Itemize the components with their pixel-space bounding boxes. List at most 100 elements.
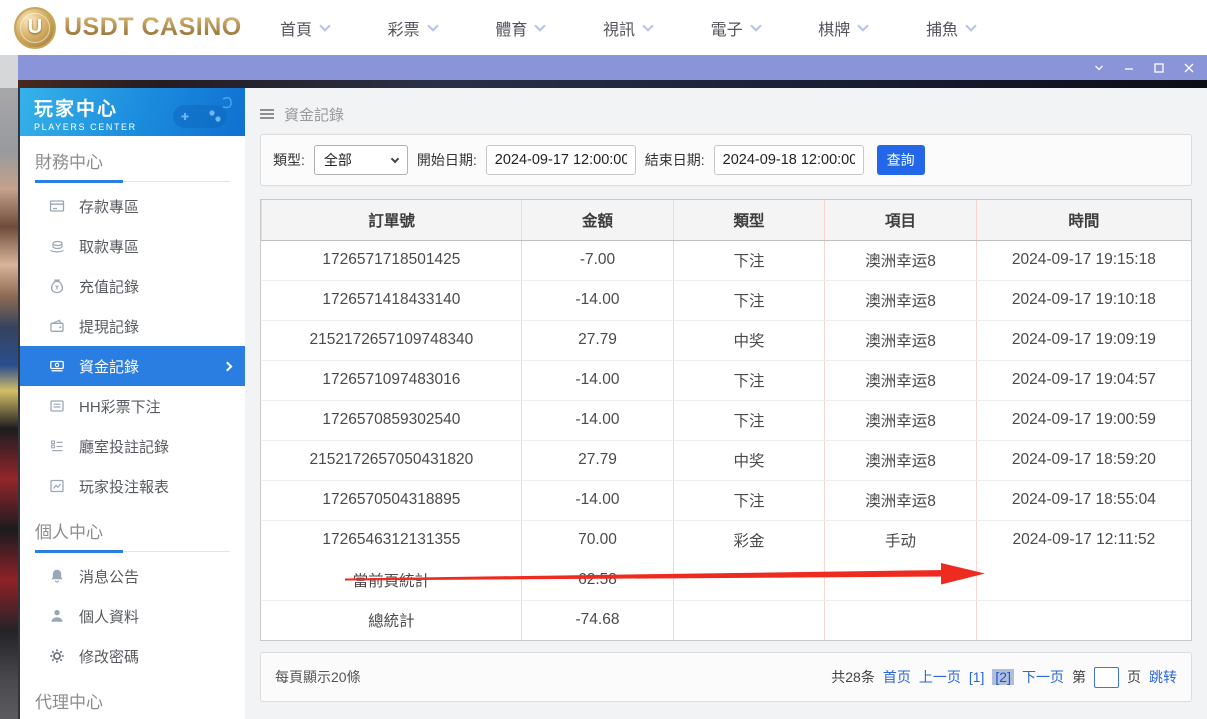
- end-date-input[interactable]: [714, 145, 864, 175]
- chart-report-icon: [48, 478, 66, 494]
- pagination-bar: 每頁顯示20條 共28条 首页 上一页 [1] [2] 下一页 第 页 跳转: [260, 652, 1192, 702]
- query-button[interactable]: 查詢: [877, 145, 925, 175]
- screen: U USDT CASINO 首頁 彩票 體育 視訊 電子 棋牌 捕魚: [0, 0, 1207, 719]
- cell-amount: -7.00: [522, 240, 674, 280]
- menu-icon[interactable]: [260, 113, 274, 115]
- chevron-right-icon: [223, 361, 233, 371]
- pagination-page-1[interactable]: [1]: [969, 669, 985, 685]
- table-row: 1726570504318895 -14.00 下注 澳洲幸运8 2024-09…: [262, 480, 1192, 520]
- column-header: 時間: [976, 200, 1191, 240]
- sidebar-item-announcements[interactable]: 消息公告: [20, 556, 245, 596]
- nav-item-lottery[interactable]: 彩票: [388, 16, 437, 40]
- sidebar-item-funds-record[interactable]: 資金記錄: [20, 346, 245, 386]
- brand-name: USDT CASINO: [64, 13, 242, 42]
- summary-row-current-page: 當前頁統計 62.58: [262, 560, 1192, 600]
- pagination-prev[interactable]: 上一页: [919, 667, 961, 687]
- sidebar-item-label: 提現記錄: [79, 316, 139, 337]
- nav-label: 捕魚: [926, 16, 958, 40]
- window-dropdown-button[interactable]: [1091, 60, 1107, 76]
- cell-amount: -14.00: [522, 400, 674, 440]
- chevron-down-icon: [750, 20, 761, 31]
- cell-type: 下注: [673, 240, 825, 280]
- cell-time: 2024-09-17 19:15:18: [976, 240, 1191, 280]
- cell-summary-label: 當前頁統計: [262, 560, 522, 600]
- cell-item: 澳洲幸运8: [825, 440, 977, 480]
- sidebar: 玩家中心 PLAYERS CENTER 財務中心 存款專區: [20, 88, 245, 719]
- type-select[interactable]: 全部: [314, 145, 408, 175]
- cell-time: 2024-09-17 19:04:57: [976, 360, 1191, 400]
- list-detail-icon: [48, 438, 66, 454]
- sidebar-item-label: 存款專區: [79, 196, 139, 217]
- chevron-down-icon: [535, 20, 546, 31]
- pagination-first[interactable]: 首页: [883, 667, 911, 687]
- cell-time: 2024-09-17 18:59:20: [976, 440, 1191, 480]
- cell-order-number: 2152172657109748340: [262, 320, 522, 360]
- main-content: 資金記錄 類型: 全部 開始日期: 結束日期: 查詢: [245, 88, 1207, 719]
- nav-item-sports[interactable]: 體育: [495, 16, 544, 40]
- chevron-down-icon: [858, 20, 869, 31]
- pagination-page-2-current[interactable]: [2]: [992, 669, 1014, 685]
- nav-label: 棋牌: [818, 16, 850, 40]
- start-date-input[interactable]: [486, 145, 636, 175]
- sidebar-item-profile[interactable]: 個人資料: [20, 596, 245, 636]
- sidebar-item-withdrawal-record[interactable]: 提現記錄: [20, 306, 245, 346]
- gamepad-icon: [165, 93, 239, 135]
- site-header: U USDT CASINO 首頁 彩票 體育 視訊 電子 棋牌 捕魚: [0, 0, 1207, 55]
- logo-letter: U: [28, 16, 42, 39]
- nav-item-video[interactable]: 視訊: [603, 16, 652, 40]
- total-count: 共28条: [831, 667, 875, 687]
- section-finance-center: 財務中心: [35, 148, 230, 182]
- table-row: 1726571718501425 -7.00 下注 澳洲幸运8 2024-09-…: [262, 240, 1192, 280]
- cell-time: 2024-09-17 18:55:04: [976, 480, 1191, 520]
- sidebar-item-player-bet-report[interactable]: 玩家投注報表: [20, 466, 245, 506]
- main-nav: 首頁 彩票 體育 視訊 電子 棋牌 捕魚: [280, 16, 975, 40]
- nav-item-home[interactable]: 首頁: [280, 16, 329, 40]
- funds-table: 訂單號金額類型項目時間 1726571718501425 -7.00 下注 澳洲…: [260, 199, 1192, 641]
- chevron-down-icon: [319, 20, 330, 31]
- sidebar-item-label: 資金記錄: [79, 356, 139, 377]
- sidebar-item-hh-lottery-bets[interactable]: HH彩票下注: [20, 386, 245, 426]
- sidebar-item-recharge-record[interactable]: 充值記錄: [20, 266, 245, 306]
- window-maximize-button[interactable]: [1151, 60, 1167, 76]
- table-row: 2152172657050431820 27.79 中奖 澳洲幸运8 2024-…: [262, 440, 1192, 480]
- window-minimize-button[interactable]: [1121, 60, 1137, 76]
- pagination-next[interactable]: 下一页: [1022, 667, 1064, 687]
- page-jump-input[interactable]: [1094, 667, 1119, 688]
- sidebar-item-deposit-zone[interactable]: 存款專區: [20, 186, 245, 226]
- brand: U USDT CASINO: [0, 7, 250, 49]
- chevron-down-icon: [391, 154, 399, 162]
- sidebar-item-label: 修改密碼: [79, 646, 139, 667]
- jump-prefix: 第: [1072, 667, 1086, 687]
- end-date-label: 結束日期:: [645, 150, 705, 170]
- nav-item-boardgames[interactable]: 棋牌: [818, 16, 867, 40]
- cell-empty: [673, 560, 825, 600]
- sidebar-item-change-password[interactable]: 修改密碼: [20, 636, 245, 676]
- money-bag-icon: [48, 278, 66, 294]
- summary-row-total: 總統計 -74.68: [262, 600, 1192, 640]
- cell-order-number: 2152172657050431820: [262, 440, 522, 480]
- person-icon: [48, 608, 66, 624]
- cell-time: 2024-09-17 19:00:59: [976, 400, 1191, 440]
- sidebar-item-room-bet-record[interactable]: 廳室投註記錄: [20, 426, 245, 466]
- cell-amount: -14.00: [522, 280, 674, 320]
- maximize-icon: [1152, 61, 1166, 75]
- cell-amount: 70.00: [522, 520, 674, 560]
- nav-item-slots[interactable]: 電子: [711, 16, 760, 40]
- jump-suffix: 页: [1127, 667, 1141, 687]
- sidebar-item-label: HH彩票下注: [79, 396, 161, 417]
- player-center-window: 玩家中心 PLAYERS CENTER 財務中心 存款專區: [18, 55, 1207, 719]
- page-size-text: 每頁顯示20條: [275, 667, 361, 687]
- table-row: 1726571097483016 -14.00 下注 澳洲幸运8 2024-09…: [262, 360, 1192, 400]
- pagination-jump-link[interactable]: 跳转: [1149, 667, 1177, 687]
- chevron-down-icon: [642, 20, 653, 31]
- cell-type: 彩金: [673, 520, 825, 560]
- cell-type: 下注: [673, 280, 825, 320]
- sidebar-item-withdraw-zone[interactable]: 取款專區: [20, 226, 245, 266]
- start-date-label: 開始日期:: [417, 150, 477, 170]
- nav-item-fishing[interactable]: 捕魚: [926, 16, 975, 40]
- gear-icon: [48, 648, 66, 664]
- table-header-row: 訂單號金額類型項目時間: [262, 200, 1192, 240]
- window-close-button[interactable]: [1181, 60, 1197, 76]
- cell-item: 手动: [825, 520, 977, 560]
- cell-summary-label: 總統計: [262, 600, 522, 640]
